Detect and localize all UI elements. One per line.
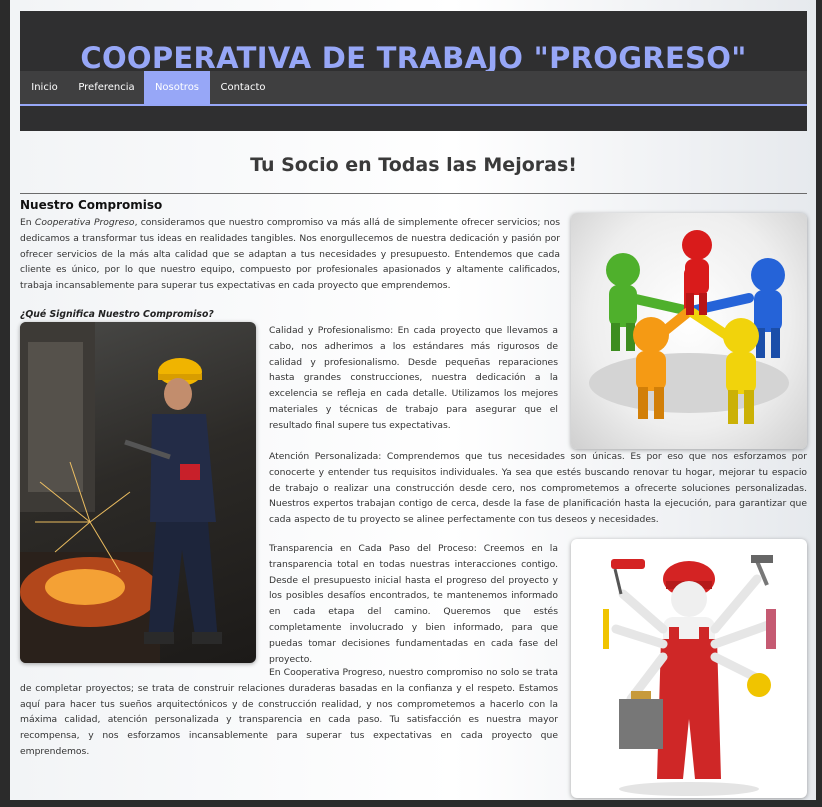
intro-rest: , consideramos que nuestro compromiso va… [20, 217, 560, 292]
nav-item-inicio[interactable]: Inicio [20, 71, 69, 104]
site-title: COOPERATIVA DE TRABAJO "PROGRESO" [80, 41, 747, 75]
handyman-tools-image [571, 539, 807, 798]
nav-item-nosotros[interactable]: Nosotros [144, 71, 210, 104]
section-title: Nuestro Compromiso [20, 198, 163, 212]
nav-item-preferencia[interactable]: Preferencia [69, 71, 144, 104]
nav-item-contacto[interactable]: Contacto [210, 71, 276, 104]
window-bottom-border [0, 800, 822, 807]
closing-paragraph: En Cooperativa Progreso, nuestro comprom… [20, 667, 558, 757]
page-headline: Tu Socio en Todas las Mejoras! [250, 154, 577, 176]
team-figures-image [571, 213, 807, 449]
site-header: COOPERATIVA DE TRABAJO "PROGRESO" Inicio… [20, 11, 807, 131]
transparency-paragraph: Transparencia en Cada Paso del Proceso: … [269, 543, 558, 665]
intro-paragraph: En Cooperativa Progreso, consideramos qu… [20, 215, 560, 294]
commitment-subheading: ¿Qué Significa Nuestro Compromiso? [20, 309, 214, 320]
section-divider [20, 193, 807, 194]
quality-paragraph: Calidad y Profesionalismo: En cada proye… [269, 325, 558, 431]
main-nav: Inicio Preferencia Nosotros Contacto [20, 71, 807, 106]
intro-company-name: Cooperativa Progreso [34, 217, 135, 228]
intro-prefix: En [20, 217, 35, 228]
attention-paragraph: Atención Personalizada: Comprendemos que… [269, 451, 807, 526]
welder-worker-image [20, 322, 256, 663]
page-container: COOPERATIVA DE TRABAJO "PROGRESO" Inicio… [10, 0, 816, 800]
